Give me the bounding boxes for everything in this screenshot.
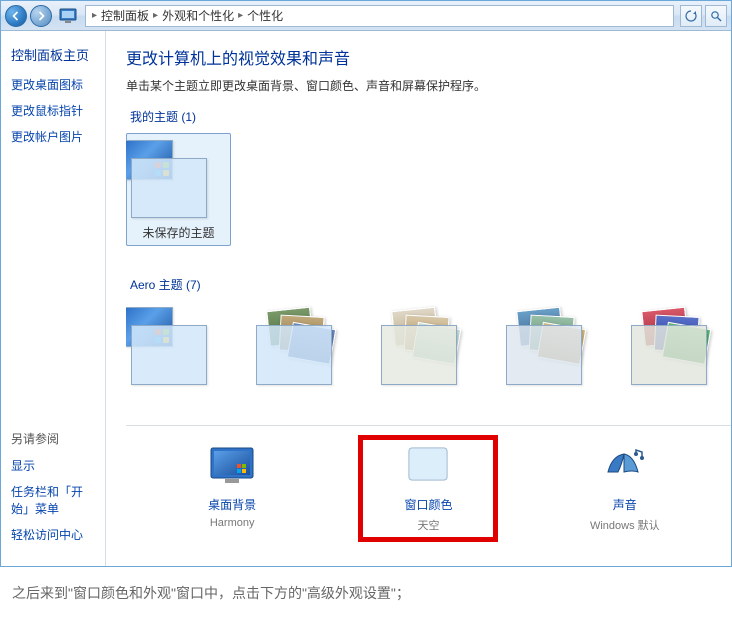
theme-aero-3[interactable] bbox=[376, 301, 481, 395]
sidebar-link-ease[interactable]: 轻松访问中心 bbox=[11, 526, 95, 543]
bottom-settings: 桌面背景 Harmony 窗口颜色 天空 bbox=[126, 425, 731, 552]
sidebar-link-account-pic[interactable]: 更改帐户图片 bbox=[11, 128, 95, 145]
theme-aero-4[interactable] bbox=[501, 301, 606, 395]
breadcrumb-item[interactable]: 个性化 bbox=[245, 7, 285, 24]
setting-sub: 天空 bbox=[367, 517, 489, 533]
main-panel: 更改计算机上的视觉效果和声音 单击某个主题立即更改桌面背景、窗口颜色、声音和屏幕… bbox=[106, 31, 731, 566]
theme-aero-2[interactable] bbox=[251, 301, 356, 395]
setting-desktop-background[interactable]: 桌面背景 Harmony bbox=[162, 444, 302, 542]
desktop-background-icon bbox=[207, 444, 257, 486]
sound-icon bbox=[600, 444, 650, 486]
toolbar: ▸ 控制面板 ▸ 外观和个性化 ▸ 个性化 bbox=[1, 1, 731, 31]
chevron-right-icon: ▸ bbox=[151, 10, 160, 21]
sidebar-home[interactable]: 控制面板主页 bbox=[11, 45, 95, 64]
personalization-window: ▸ 控制面板 ▸ 外观和个性化 ▸ 个性化 控制面板主页 更改桌面图标 更改鼠标… bbox=[0, 0, 732, 567]
page-title: 更改计算机上的视觉效果和声音 bbox=[126, 45, 731, 69]
sidebar-see-also-label: 另请参阅 bbox=[11, 430, 95, 447]
setting-title: 声音 bbox=[555, 496, 695, 513]
aero-themes-row bbox=[126, 301, 731, 395]
sidebar-link-taskbar[interactable]: 任务栏和「开始」菜单 bbox=[11, 483, 95, 517]
theme-aero-5[interactable] bbox=[626, 301, 731, 395]
theme-aero-1[interactable] bbox=[126, 301, 231, 395]
setting-window-color[interactable]: 窗口颜色 天空 bbox=[358, 435, 498, 542]
content: 控制面板主页 更改桌面图标 更改鼠标指针 更改帐户图片 另请参阅 显示 任务栏和… bbox=[1, 31, 731, 566]
theme-unsaved[interactable]: 未保存的主题 bbox=[126, 133, 231, 246]
aero-themes-label: Aero 主题 (7) bbox=[130, 276, 731, 293]
sidebar-link-pointer[interactable]: 更改鼠标指针 bbox=[11, 102, 95, 119]
theme-name: 未保存的主题 bbox=[131, 224, 226, 241]
forward-button[interactable] bbox=[30, 5, 52, 27]
back-button[interactable] bbox=[5, 5, 27, 27]
breadcrumb[interactable]: ▸ 控制面板 ▸ 外观和个性化 ▸ 个性化 bbox=[85, 5, 674, 27]
setting-sounds[interactable]: 声音 Windows 默认 bbox=[555, 444, 695, 542]
setting-sub: Windows 默认 bbox=[555, 517, 695, 533]
chevron-right-icon: ▸ bbox=[236, 10, 245, 21]
breadcrumb-item[interactable]: 外观和个性化 bbox=[160, 7, 236, 24]
sidebar: 控制面板主页 更改桌面图标 更改鼠标指针 更改帐户图片 另请参阅 显示 任务栏和… bbox=[1, 31, 106, 566]
chevron-right-icon: ▸ bbox=[90, 10, 99, 21]
tutorial-caption: 之后来到"窗口颜色和外观"窗口中，点击下方的"高级外观设置"； bbox=[0, 567, 732, 619]
my-themes-label: 我的主题 (1) bbox=[130, 108, 731, 125]
setting-title: 桌面背景 bbox=[162, 496, 302, 513]
monitor-icon bbox=[59, 7, 79, 25]
refresh-button[interactable] bbox=[680, 5, 702, 27]
my-themes-row: 未保存的主题 bbox=[126, 133, 731, 246]
setting-sub: Harmony bbox=[162, 517, 302, 529]
search-button[interactable] bbox=[705, 5, 727, 27]
sidebar-link-display[interactable]: 显示 bbox=[11, 457, 95, 474]
sidebar-link-icons[interactable]: 更改桌面图标 bbox=[11, 76, 95, 93]
window-color-icon bbox=[403, 444, 453, 486]
setting-title: 窗口颜色 bbox=[367, 496, 489, 513]
page-subtitle: 单击某个主题立即更改桌面背景、窗口颜色、声音和屏幕保护程序。 bbox=[126, 77, 731, 94]
breadcrumb-item[interactable]: 控制面板 bbox=[99, 7, 151, 24]
